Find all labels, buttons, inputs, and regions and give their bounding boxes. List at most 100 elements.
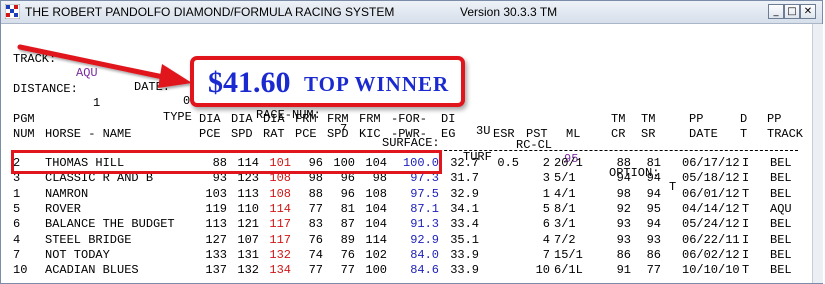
column-header: DATE [689,127,718,141]
table-row[interactable]: 10 ACADIAN BLUES 137 132 134 77 77 100 84.6 33.9 1… [13,264,803,277]
column-header: TRACK [767,127,804,141]
cell-pp-track: BEL [770,232,792,247]
distance-label: DISTANCE: [13,82,78,96]
cell-pgm: 1 [13,186,21,201]
cell-di-eg: 35.1 [450,232,479,247]
cell-dia-spd: 110 [237,201,259,216]
cell-pst: 7 [542,247,550,262]
cell-pp-track: BEL [770,156,792,170]
cell-tm-cr: 93 [616,232,631,247]
cell-frm-pce: 77 [308,263,323,278]
column-header: PGM [13,112,35,126]
top-winner-label: TOP WINNER [304,72,450,96]
cell-dia-pce: 133 [205,247,227,262]
table-row[interactable]: 4 STEEL BRIDGE 127 107 117 76 89 114 92.9 35.1 4 7/… [13,232,803,247]
cell-tm-cr: 92 [616,201,631,216]
cell-dia-spd: 113 [237,186,259,201]
cell-dt: T [742,201,750,216]
column-header: PCE [199,127,221,141]
cell-ml: 6/1L [554,263,583,278]
cell-dia-spd: 121 [237,217,259,232]
cell-dt: I [742,171,750,186]
table-header-row-1: PGM DIA DIA DIA FRM FRM FRM -FOR- DI TM TM PP D PP [13,113,803,126]
column-header: D [740,112,748,126]
column-header: EG [441,127,456,141]
column-header: DIA [231,112,253,126]
table-row[interactable]: 1 NAMRON 103 113 108 88 96 108 97.5 32.9 1 4/1 98 94 0… [13,186,803,201]
column-header: ML [566,127,581,141]
cell-dia-rat: 117 [269,232,291,247]
cell-dia-rat: 132 [269,247,291,262]
cell-name: NAMRON [45,186,89,201]
cell-ml: 20/1 [554,156,583,170]
cell-for-pwr: 92.9 [410,232,439,247]
cell-pst: 1 [542,186,550,201]
table-row[interactable]: 5 ROVER 119 110 114 77 81 104 87.1 34.1 5 8/1 92 95 04… [13,201,803,216]
cell-dt: T [742,186,750,201]
maximize-button[interactable]: □ [784,4,800,19]
close-button[interactable]: ✕ [800,4,816,19]
cell-pp-track: BEL [770,247,792,262]
table-row[interactable]: 3 CLASSIC R AND B 93 123 108 98 96 98 97.3 31.7 3 5… [13,172,803,185]
cell-pst: 2 [542,156,550,170]
cell-tm-sr: 94 [646,171,661,186]
cell-di-eg: 33.9 [450,247,479,262]
cell-frm-kic: 108 [365,186,387,201]
column-header: PP [689,112,704,126]
cell-frm-kic: 102 [365,247,387,262]
cell-esr: 0.5 [497,156,519,170]
cell-di-eg: 31.7 [450,171,479,186]
title-bar[interactable]: THE ROBERT PANDOLFO DIAMOND/FORMULA RACI… [1,1,822,24]
column-header: -FOR- [391,112,428,126]
cell-for-pwr: 91.3 [410,217,439,232]
racing-flag-icon [5,4,20,19]
cell-pp-track: BEL [770,263,792,278]
cell-frm-pce: 88 [308,186,323,201]
vertical-scrollbar[interactable] [812,24,823,283]
cell-frm-spd: 96 [340,171,355,186]
minimize-button[interactable]: _ [768,4,784,19]
column-header: -PWR- [391,127,428,141]
column-header: HORSE - NAME [45,127,132,141]
cell-dia-spd: 131 [237,247,259,262]
cell-for-pwr: 84.6 [410,263,439,278]
cell-dia-rat: 108 [269,171,291,186]
cell-pst: 5 [542,201,550,216]
cell-pgm: 7 [13,247,21,262]
cell-dia-rat: 108 [269,186,291,201]
column-header: NUM [13,127,35,141]
cell-pp-track: BEL [770,186,792,201]
cell-pgm: 10 [13,263,28,278]
cell-tm-cr: 91 [616,263,631,278]
cell-name: CLASSIC R AND B [45,171,154,186]
cell-dia-pce: 119 [205,201,227,216]
cell-di-eg: 33.4 [450,217,479,232]
cell-pst: 6 [542,217,550,232]
cell-pgm: 4 [13,232,21,247]
cell-di-eg: 34.1 [450,201,479,216]
cell-dt: I [742,247,750,262]
race-info-line-1: TRACK: AQU DATE: 06/27 RACE-NUM: 7 SURFA… [13,38,513,164]
cell-frm-kic: 104 [365,217,387,232]
column-header: TM [611,112,626,126]
cell-for-pwr: 87.1 [410,201,439,216]
column-header: CR [611,127,626,141]
window-title: THE ROBERT PANDOLFO DIAMOND/FORMULA RACI… [25,5,395,19]
column-header: RAT [263,127,285,141]
table-row[interactable]: 6 BALANCE THE BUDGET 113 121 117 83 87 104 91.3 3… [13,218,803,231]
cell-pp-track: BEL [770,217,792,232]
cell-tm-sr: 86 [646,247,661,262]
cell-tm-sr: 93 [646,232,661,247]
cell-tm-sr: 77 [646,263,661,278]
cell-ml: 3/1 [554,217,576,232]
cell-ml: 15/1 [554,247,583,262]
highlighted-row-frame [11,150,442,174]
column-header: TM [641,112,656,126]
cell-name: ACADIAN BLUES [45,263,139,278]
cell-dia-pce: 103 [205,186,227,201]
cell-dt: I [742,217,750,232]
column-header: DI [441,112,456,126]
cell-tm-sr: 81 [646,156,661,170]
table-row[interactable]: 7 NOT TODAY 133 131 132 74 76 102 84.0 33.9 7 15/1 8… [13,247,803,262]
cell-dt: I [742,232,750,247]
